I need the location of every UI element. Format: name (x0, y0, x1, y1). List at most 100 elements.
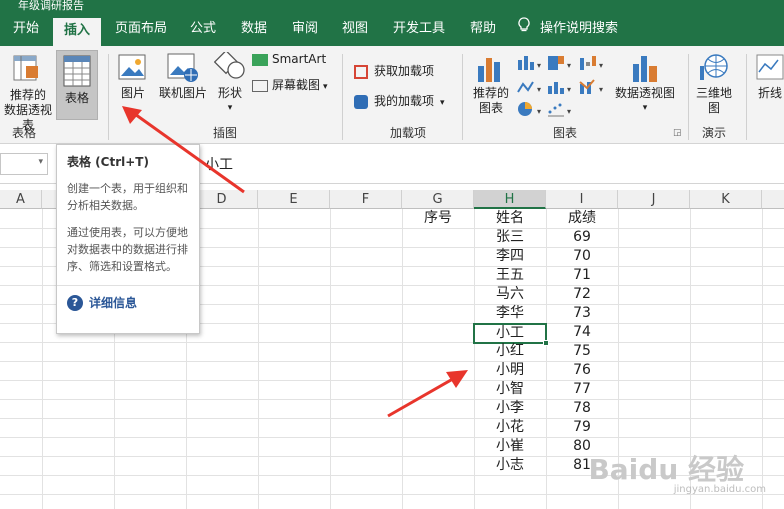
grid-vline (762, 209, 763, 509)
table-row-score[interactable]: 77 (546, 380, 618, 399)
table-row-score[interactable]: 75 (546, 342, 618, 361)
my-addins-label: 我的加载项 (374, 94, 435, 108)
cell-h1[interactable]: 姓名 (474, 209, 546, 228)
sparkline-line-button[interactable]: 折线 (752, 52, 784, 118)
column-header-f[interactable]: F (330, 190, 402, 209)
tab-page-layout[interactable]: 页面布局 (108, 12, 174, 46)
chevron-down-icon: ▾ (323, 82, 328, 92)
tab-formulas[interactable]: 公式 (182, 12, 224, 46)
watermark-url: jingyan.baidu.com (673, 484, 766, 495)
column-header-j[interactable]: J (618, 190, 690, 209)
tab-developer[interactable]: 开发工具 (386, 12, 452, 46)
statistic-chart-icon[interactable]: ▾ (546, 78, 574, 99)
screenshot-icon (252, 79, 268, 92)
3d-map-button[interactable]: 三维地 图 (692, 52, 736, 118)
waterfall-chart-icon[interactable]: ▾ (578, 54, 606, 75)
table-row-name[interactable]: 李华 (474, 304, 546, 323)
table-row-score[interactable]: 72 (546, 285, 618, 304)
column-header-k[interactable]: K (690, 190, 762, 209)
table-row-score[interactable]: 79 (546, 418, 618, 437)
shapes-icon (212, 52, 248, 86)
tab-view[interactable]: 视图 (334, 12, 376, 46)
table-row-name[interactable]: 小志 (474, 456, 546, 475)
recommended-charts-button[interactable]: 推荐的 图表 (470, 52, 512, 118)
online-picture-icon (156, 52, 210, 86)
table-row-name[interactable]: 小崔 (474, 437, 546, 456)
screenshot-button[interactable]: 屏幕截图 ▾ (252, 76, 328, 93)
chevron-down-icon: ▾ (642, 103, 648, 113)
table-label: 表格 (64, 91, 89, 105)
tab-insert[interactable]: 插入 (53, 18, 101, 46)
dialog-launcher-icon[interactable]: ◲ (673, 128, 682, 138)
tell-me-search[interactable]: 操作说明搜索 (518, 12, 628, 46)
recommended-charts-icon (470, 52, 512, 86)
active-cell[interactable]: 小工 (473, 323, 547, 344)
column-header-next[interactable] (762, 190, 784, 209)
pivot-chart-label: 数据透视图 (614, 86, 675, 100)
table-row-name[interactable]: 张三 (474, 228, 546, 247)
table-row-name[interactable]: 王五 (474, 266, 546, 285)
column-header-a[interactable]: A (0, 190, 42, 209)
table-row-score[interactable]: 70 (546, 247, 618, 266)
shapes-label: 形状 (217, 86, 242, 100)
table-row-name[interactable]: 小明 (474, 361, 546, 380)
line-chart-icon[interactable]: ▾ (516, 78, 544, 99)
tab-data[interactable]: 数据 (232, 12, 276, 46)
get-addins-button[interactable]: 获取加载项 (354, 62, 434, 79)
tell-me-more-label: 详细信息 (89, 296, 138, 310)
table-row-name[interactable]: 马六 (474, 285, 546, 304)
cell-i1[interactable]: 成绩 (546, 209, 618, 228)
table-row-score[interactable]: 73 (546, 304, 618, 323)
recommended-charts-label-2: 图表 (478, 101, 503, 115)
table-row-score[interactable]: 69 (546, 228, 618, 247)
table-row-name[interactable]: 小花 (474, 418, 546, 437)
tell-me-more-link[interactable]: ? 详细信息 (67, 294, 189, 311)
grid-vline (42, 209, 43, 509)
smartart-button[interactable]: SmartArt (252, 52, 326, 66)
scatter-chart-icon[interactable]: ▾ (546, 100, 574, 121)
my-addins-button[interactable]: 我的加载项 ▾ (354, 92, 445, 109)
smartart-label: SmartArt (272, 52, 327, 66)
svg-text:▾: ▾ (599, 85, 603, 94)
column-chart-icon[interactable]: ▾ (516, 54, 544, 75)
tab-help[interactable]: 帮助 (462, 12, 504, 46)
svg-text:▾: ▾ (537, 85, 541, 94)
table-button[interactable]: 表格 (56, 50, 98, 120)
pivot-chart-button[interactable]: 数据透视图 ▾ (610, 52, 680, 118)
get-addins-label: 获取加载项 (374, 64, 435, 78)
pivot-chart-icon (610, 52, 680, 86)
online-picture-button[interactable]: 联机图片 (156, 52, 210, 112)
table-row-name[interactable]: 小李 (474, 399, 546, 418)
picture-label: 图片 (120, 86, 145, 100)
column-header-g[interactable]: G (402, 190, 474, 209)
table-row-score[interactable]: 74 (546, 323, 618, 342)
column-header-e[interactable]: E (258, 190, 330, 209)
sparkline-icon (752, 52, 784, 86)
name-box[interactable]: ▾ (0, 153, 48, 175)
recommended-pivot-button[interactable]: 推荐的 数据透视表 (0, 52, 56, 132)
tab-home[interactable]: 开始 (2, 12, 50, 46)
cell-g1[interactable]: 序号 (402, 209, 474, 228)
column-header-i[interactable]: I (546, 190, 618, 209)
table-row-score[interactable]: 78 (546, 399, 618, 418)
annotation-arrow (387, 370, 468, 418)
combo-chart-icon[interactable]: ▾ (578, 78, 606, 99)
table-row-score[interactable]: 76 (546, 361, 618, 380)
grid-hline (0, 437, 784, 438)
pie-chart-icon[interactable]: ▾ (516, 100, 544, 121)
svg-text:▾: ▾ (567, 107, 571, 116)
table-row-name[interactable]: 李四 (474, 247, 546, 266)
picture-button[interactable]: 图片 (114, 52, 152, 112)
column-header-h[interactable]: H (474, 190, 546, 209)
sparkline-line-label: 折线 (758, 86, 783, 100)
hierarchy-chart-icon[interactable]: ▾ (546, 54, 574, 75)
table-row-name[interactable]: 小智 (474, 380, 546, 399)
globe-icon (692, 52, 736, 86)
tab-review[interactable]: 审阅 (284, 12, 326, 46)
3d-map-label-2: 图 (707, 101, 720, 115)
table-row-score[interactable]: 71 (546, 266, 618, 285)
ribbon-separator (108, 54, 109, 140)
table-icon (57, 51, 97, 89)
table-row-name[interactable]: 小红 (474, 342, 546, 361)
tooltip-description-2: 通过使用表，可以方便地对数据表中的数据进行排序、筛选和设置格式。 (67, 226, 188, 273)
